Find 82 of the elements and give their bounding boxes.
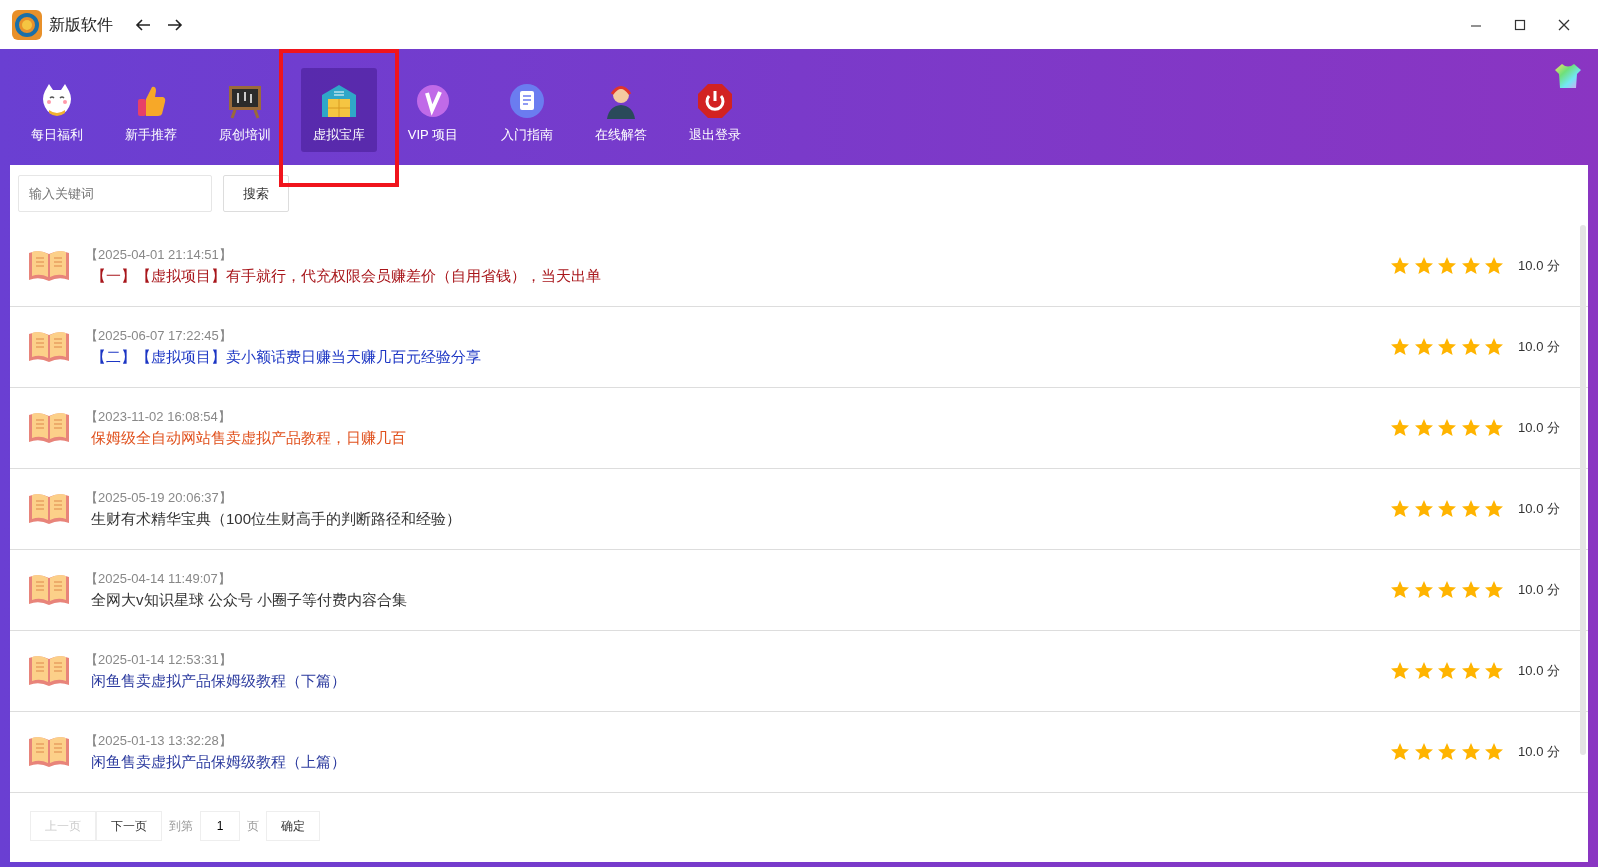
item-date: 【2025-04-14 11:49:07】: [85, 570, 232, 588]
nav-tab[interactable]: 每日福利: [19, 68, 95, 152]
item-title-link[interactable]: 保姆级全自动网站售卖虚拟产品教程，日赚几百: [91, 426, 1391, 449]
star-icon: [1390, 661, 1411, 681]
item-title-link[interactable]: 【二】【虚拟项目】卖小额话费日赚当天赚几百元经验分享: [91, 345, 1391, 368]
star-icon: [1437, 742, 1458, 762]
scrollbar[interactable]: [1580, 225, 1586, 755]
star-icon: [1413, 337, 1434, 357]
star-icon: [1484, 661, 1505, 681]
book-icon: [28, 654, 70, 688]
nav-tab[interactable]: 在线解答: [583, 68, 659, 152]
star-icon: [1460, 742, 1481, 762]
book-icon: [28, 735, 70, 769]
tshirt-icon[interactable]: [1553, 63, 1583, 89]
star-icon: [1413, 256, 1434, 276]
star-icon: [1460, 256, 1481, 276]
item-date: 【2025-04-01 21:14:51】: [85, 246, 233, 264]
nav-tab[interactable]: VIP 项目: [395, 68, 471, 152]
star-icon: [1413, 580, 1434, 600]
book-icon: [28, 249, 70, 283]
item-title-link[interactable]: 全网大v知识星球 公众号 小圈子等付费内容合集: [91, 588, 1391, 611]
star-icon: [1460, 580, 1481, 600]
star-icon: [1484, 499, 1505, 519]
next-page-button[interactable]: 下一页: [96, 811, 162, 841]
star-icon: [1460, 499, 1481, 519]
star-icon: [1484, 256, 1505, 276]
book-icon: [28, 330, 70, 364]
star-icon: [1484, 337, 1505, 357]
star-icon: [1437, 256, 1458, 276]
item-score: 10.0 分: [1518, 581, 1560, 600]
page-number-field[interactable]: 1: [200, 811, 240, 841]
item-score: 10.0 分: [1518, 662, 1560, 681]
star-icon: [1390, 499, 1411, 519]
item-date: 【2025-01-14 12:53:31】: [85, 651, 233, 669]
item-date: 【2025-05-19 20:06:37】: [85, 489, 233, 507]
item-title-link[interactable]: 生财有术精华宝典（100位生财高手的判断路径和经验）: [91, 507, 1391, 530]
star-icon: [1413, 418, 1434, 438]
star-icon: [1437, 580, 1458, 600]
item-score: 10.0 分: [1518, 419, 1560, 438]
star-icon: [1390, 742, 1411, 762]
item-title-link[interactable]: 闲鱼售卖虚拟产品保姆级教程（上篇）: [91, 750, 1391, 773]
star-icon: [1390, 418, 1411, 438]
item-date: 【2025-06-07 17:22:45】: [85, 327, 233, 345]
star-icon: [1484, 418, 1505, 438]
star-icon: [1413, 742, 1434, 762]
item-score: 10.0 分: [1518, 500, 1560, 519]
book-icon: [28, 492, 70, 526]
star-icon: [1484, 580, 1505, 600]
confirm-button[interactable]: 确定: [266, 811, 320, 841]
star-icon: [1484, 742, 1505, 762]
goto-label: 到第: [169, 818, 193, 835]
item-score: 10.0 分: [1518, 743, 1560, 762]
search-button[interactable]: 搜索: [222, 175, 289, 212]
star-icon: [1390, 580, 1411, 600]
nav-tab[interactable]: 入门指南: [489, 68, 565, 152]
item-date: 【2025-01-13 13:32:28】: [85, 732, 233, 750]
item-title-link[interactable]: 闲鱼售卖虚拟产品保姆级教程（下篇）: [91, 669, 1391, 692]
nav-tab[interactable]: 退出登录: [677, 68, 753, 152]
app-logo-icon: [12, 9, 42, 40]
search-field[interactable]: 输入关键词: [18, 175, 212, 212]
star-icon: [1460, 418, 1481, 438]
star-icon: [1413, 661, 1434, 681]
book-icon: [28, 411, 70, 445]
nav-tab[interactable]: 虚拟宝库: [301, 68, 377, 152]
star-icon: [1437, 661, 1458, 681]
nav-tab[interactable]: 新手推荐: [113, 68, 189, 152]
star-icon: [1390, 256, 1411, 276]
star-icon: [1413, 499, 1434, 519]
page-unit-label: 页: [247, 818, 259, 835]
star-icon: [1437, 418, 1458, 438]
window-title: 新版软件: [49, 14, 113, 35]
item-score: 10.0 分: [1518, 257, 1560, 276]
item-title-link[interactable]: 【一】【虚拟项目】有手就行，代充权限会员赚差价（自用省钱），当天出单: [91, 264, 1391, 287]
star-icon: [1460, 661, 1481, 681]
item-score: 10.0 分: [1518, 338, 1560, 357]
star-icon: [1437, 499, 1458, 519]
book-icon: [28, 573, 70, 607]
star-icon: [1437, 337, 1458, 357]
item-date: 【2023-11-02 16:08:54】: [85, 408, 232, 426]
nav-tab[interactable]: 原创培训: [207, 68, 283, 152]
star-icon: [1390, 337, 1411, 357]
star-icon: [1460, 337, 1481, 357]
